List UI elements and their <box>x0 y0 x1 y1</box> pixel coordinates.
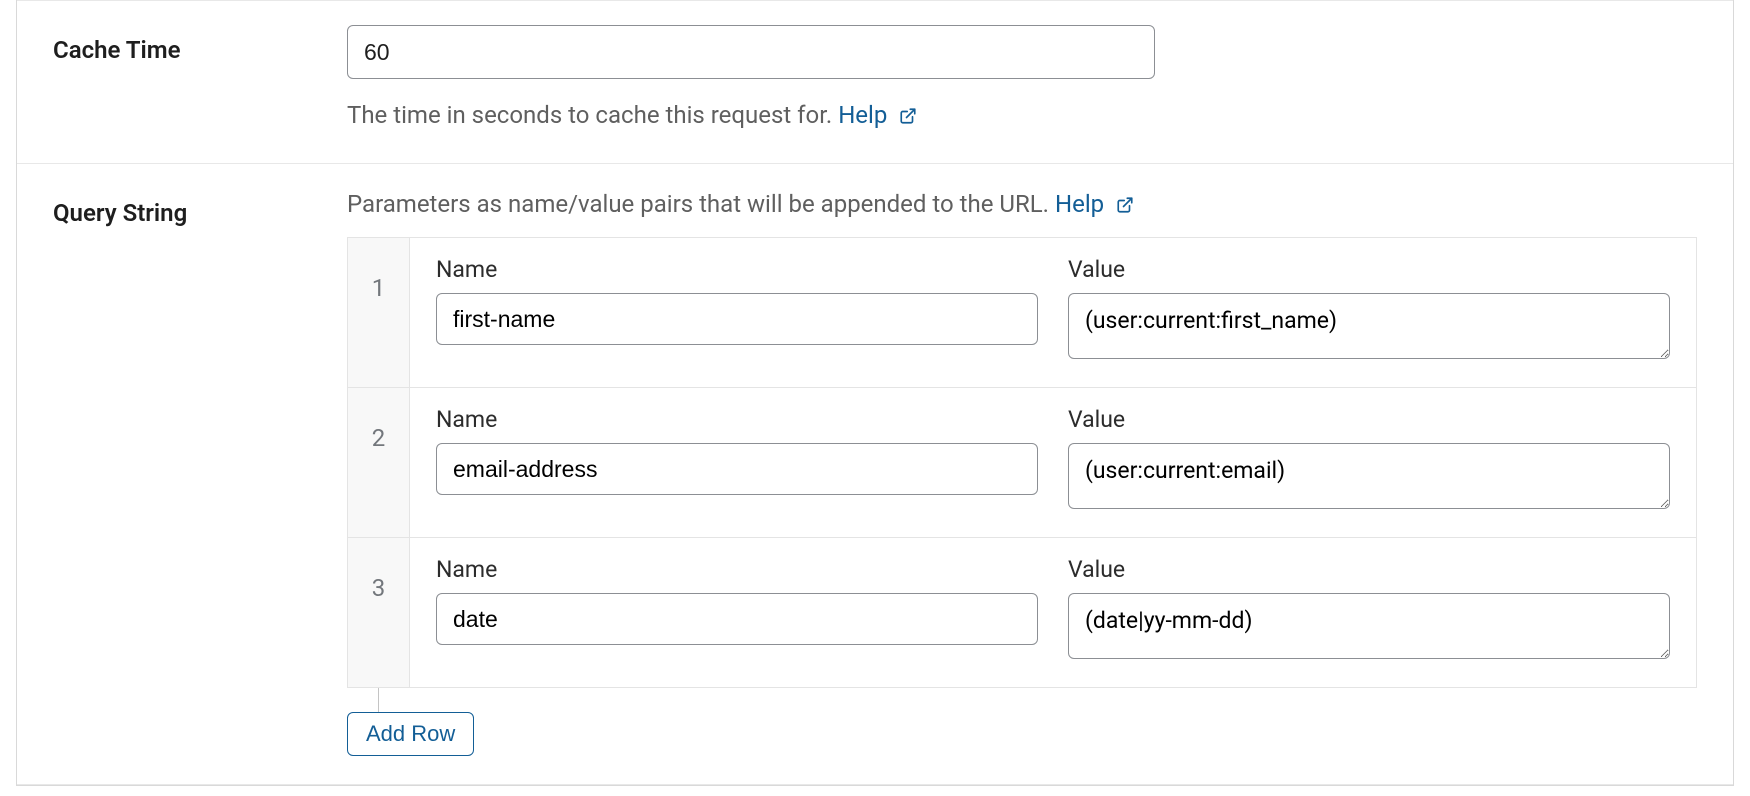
param-name-input[interactable] <box>436 443 1038 495</box>
query-string-section: Query String Parameters as name/value pa… <box>17 164 1733 786</box>
help-link-text: Help <box>1055 190 1104 218</box>
row-number: 3 <box>348 538 410 688</box>
connector-line <box>378 688 379 712</box>
cache-time-input[interactable] <box>347 25 1155 79</box>
param-value-input[interactable]: (user:current:first_name) <box>1068 293 1670 359</box>
value-header: Value <box>1068 256 1670 283</box>
add-row-button[interactable]: Add Row <box>347 712 474 756</box>
table-row: 3 Name Value (date|yy-mm-dd) <box>348 538 1697 688</box>
param-value-input[interactable]: (user:current:email) <box>1068 443 1670 509</box>
cache-time-section: Cache Time The time in seconds to cache … <box>17 0 1733 164</box>
row-number: 1 <box>348 238 410 388</box>
query-string-desc-text: Parameters as name/value pairs that will… <box>347 190 1055 218</box>
query-string-help-link[interactable]: Help <box>1055 190 1134 218</box>
table-row: 2 Name Value (user:current:email) <box>348 388 1697 538</box>
cache-time-help-link[interactable]: Help <box>838 101 917 129</box>
cache-time-description: The time in seconds to cache this reques… <box>347 99 1697 135</box>
name-header: Name <box>436 256 1038 283</box>
value-header: Value <box>1068 406 1670 433</box>
query-string-description: Parameters as name/value pairs that will… <box>347 188 1697 224</box>
query-string-label: Query String <box>53 188 347 757</box>
param-name-input[interactable] <box>436 593 1038 645</box>
help-link-text: Help <box>838 101 887 129</box>
row-number: 2 <box>348 388 410 538</box>
name-header: Name <box>436 556 1038 583</box>
param-value-input[interactable]: (date|yy-mm-dd) <box>1068 593 1670 659</box>
value-header: Value <box>1068 556 1670 583</box>
external-link-icon <box>899 101 917 135</box>
table-row: 1 Name Value (user:current:first_name) <box>348 238 1697 388</box>
name-header: Name <box>436 406 1038 433</box>
settings-panel: Cache Time The time in seconds to cache … <box>16 0 1734 786</box>
param-name-input[interactable] <box>436 293 1038 345</box>
query-rows-table: 1 Name Value (user:current:first_name) 2… <box>347 237 1697 688</box>
cache-time-desc-text: The time in seconds to cache this reques… <box>347 101 838 129</box>
cache-time-label: Cache Time <box>53 25 347 135</box>
external-link-icon <box>1116 190 1134 224</box>
